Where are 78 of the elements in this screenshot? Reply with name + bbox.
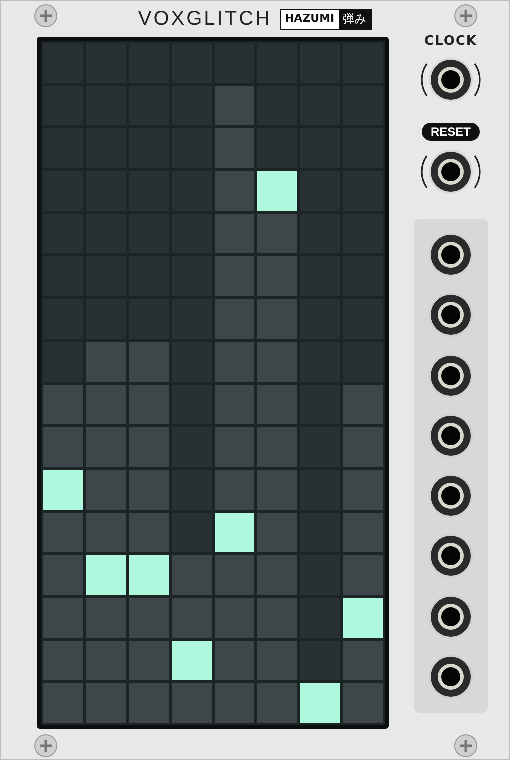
grid-cell[interactable] — [214, 683, 254, 723]
grid-cell[interactable] — [172, 683, 212, 723]
grid-cell[interactable] — [43, 683, 83, 723]
grid-cell[interactable] — [214, 512, 254, 552]
grid-cell[interactable] — [343, 470, 383, 510]
grid-cell[interactable] — [343, 512, 383, 552]
grid-cell[interactable] — [343, 640, 383, 680]
grid-cell[interactable] — [343, 555, 383, 595]
grid-cell[interactable] — [214, 128, 254, 168]
grid-cell[interactable] — [214, 470, 254, 510]
grid-cell[interactable] — [257, 171, 298, 211]
screw-icon — [34, 4, 58, 28]
grid-cell[interactable] — [257, 683, 298, 723]
grid-cell[interactable] — [86, 470, 126, 510]
grid-cell[interactable] — [343, 598, 383, 638]
module-name-japanese: 弾み — [338, 10, 371, 28]
grid-cell[interactable] — [214, 598, 254, 638]
grid-cell[interactable] — [128, 384, 169, 424]
grid-cell[interactable] — [172, 555, 212, 595]
grid-cell[interactable] — [128, 512, 169, 552]
grid-cell[interactable] — [86, 342, 126, 382]
grid-cell[interactable] — [343, 427, 383, 467]
grid-cell[interactable] — [214, 214, 254, 254]
grid-cell[interactable] — [43, 384, 83, 424]
reset-label: RESET — [422, 123, 480, 141]
grid-cell[interactable] — [86, 555, 126, 595]
grid-cell[interactable] — [257, 512, 298, 552]
grid-cell[interactable] — [257, 384, 298, 424]
grid-cell[interactable] — [257, 598, 298, 638]
jack-socket[interactable] — [420, 147, 482, 197]
grid-cell[interactable] — [128, 598, 169, 638]
grid-cell[interactable] — [128, 470, 169, 510]
grid-cell[interactable] — [257, 214, 298, 254]
grid-cell[interactable] — [128, 342, 169, 382]
grid-cell[interactable] — [257, 555, 298, 595]
grid-cell[interactable] — [214, 86, 254, 126]
grid-cell[interactable] — [86, 427, 126, 467]
module-name: HAZUMI — [280, 10, 339, 28]
grid-cell[interactable] — [43, 427, 83, 467]
brand-logo: VOXGLITCH — [138, 8, 272, 30]
grid-cell[interactable] — [43, 555, 83, 595]
grid-cell[interactable] — [214, 256, 254, 296]
grid-cell[interactable] — [214, 171, 254, 211]
grid-cell[interactable] — [257, 299, 298, 339]
grid-cell[interactable] — [128, 555, 169, 595]
grid-cell[interactable] — [343, 384, 383, 424]
grid-cell[interactable] — [86, 640, 126, 680]
clock-label: CLOCK — [424, 34, 478, 49]
grid-cell[interactable] — [128, 640, 169, 680]
grid-cell[interactable] — [86, 384, 126, 424]
grid-cell[interactable] — [257, 256, 298, 296]
grid-cell[interactable] — [214, 384, 254, 424]
grid-cell[interactable] — [172, 640, 212, 680]
grid-cell[interactable] — [128, 683, 169, 723]
screw-icon — [454, 4, 478, 28]
screw-icon — [454, 734, 478, 758]
grid-cell[interactable] — [172, 598, 212, 638]
grid-cell[interactable] — [257, 342, 298, 382]
grid-cell[interactable] — [214, 640, 254, 680]
screw-icon — [34, 734, 58, 758]
grid-cell[interactable] — [214, 342, 254, 382]
grid-cell[interactable] — [214, 427, 254, 467]
grid-cell[interactable] — [86, 683, 126, 723]
grid-cell[interactable] — [43, 470, 83, 510]
jack-socket[interactable] — [420, 55, 482, 105]
grid-cell[interactable] — [343, 683, 383, 723]
grid-cell[interactable] — [128, 427, 169, 467]
grid-cell[interactable] — [214, 555, 254, 595]
grid-cell[interactable] — [214, 299, 254, 339]
grid-cell[interactable] — [86, 598, 126, 638]
grid-cell[interactable] — [43, 512, 83, 552]
grid-cell[interactable] — [257, 640, 298, 680]
grid-cell[interactable] — [257, 470, 298, 510]
grid-cell[interactable] — [43, 598, 83, 638]
grid-cell[interactable] — [257, 427, 298, 467]
grid-cell[interactable] — [86, 512, 126, 552]
grid-cell[interactable] — [43, 640, 83, 680]
grid-cell[interactable] — [300, 683, 340, 723]
